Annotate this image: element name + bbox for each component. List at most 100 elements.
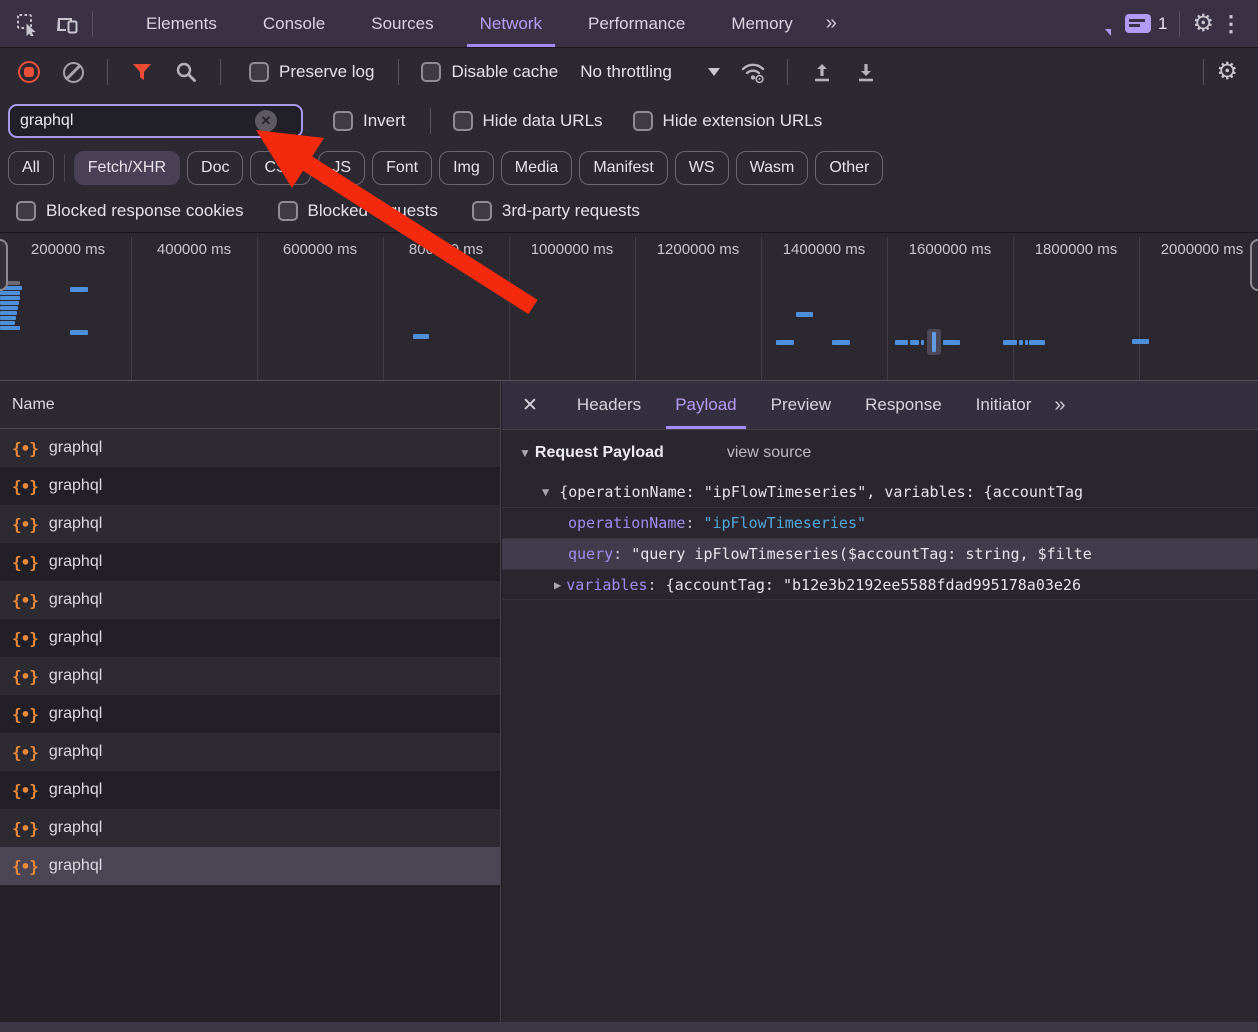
right-resize-handle[interactable]: [1250, 239, 1258, 291]
request-row[interactable]: {•}graphql: [0, 809, 500, 847]
timeline-overview[interactable]: 200000 ms 400000 ms 600000 ms 800000 ms …: [0, 232, 1258, 381]
payload-preview-text: {operationName: "ipFlowTimeseries", vari…: [559, 483, 1083, 501]
hide-data-urls-control: Hide data URLs: [453, 111, 603, 131]
tab-sources[interactable]: Sources: [348, 0, 456, 47]
payload-entry-row[interactable]: operationName: "ipFlowTimeseries": [502, 507, 1258, 538]
preserve-log-control: Preserve log: [249, 62, 374, 82]
clear-network-log-button[interactable]: [58, 57, 88, 87]
filter-chip-fetch-xhr[interactable]: Fetch/XHR: [74, 151, 180, 185]
hide-extension-urls-control: Hide extension URLs: [633, 111, 823, 131]
blocked-response-cookies-checkbox[interactable]: [16, 201, 36, 221]
waterfall-bars: [0, 233, 1258, 380]
filter-chip-wasm[interactable]: Wasm: [736, 151, 809, 185]
disable-cache-checkbox[interactable]: [421, 62, 441, 82]
filter-chip-manifest[interactable]: Manifest: [579, 151, 667, 185]
request-row[interactable]: {•}graphql: [0, 467, 500, 505]
message-count: 1: [1158, 14, 1167, 34]
request-row-selected[interactable]: {•}graphql: [0, 847, 500, 885]
network-filter-row: ✕ Invert Hide data URLs Hide extension U…: [0, 96, 1258, 146]
settings-gear-icon[interactable]: ⚙: [1192, 12, 1214, 36]
kebab-menu-icon[interactable]: ⋮: [1214, 11, 1258, 37]
waterfall-bar: [0, 301, 19, 305]
request-row[interactable]: {•} graphql: [0, 581, 500, 619]
view-source-link[interactable]: view source: [727, 444, 811, 462]
payload-value: "query ipFlowTimeseries($accountTag: str…: [631, 545, 1092, 563]
payload-preview-row[interactable]: ▼ {operationName: "ipFlowTimeseries", va…: [502, 476, 1258, 507]
hide-data-urls-checkbox[interactable]: [453, 111, 473, 131]
network-toolbar: Preserve log Disable cache No throttling: [0, 48, 1258, 96]
record-button[interactable]: [14, 57, 44, 87]
request-row[interactable]: {•}graphql: [0, 429, 500, 467]
inspect-element-icon[interactable]: [14, 11, 40, 37]
request-name: graphql: [49, 591, 102, 609]
request-row[interactable]: {•}graphql: [0, 543, 500, 581]
divider: [92, 11, 93, 37]
preserve-log-checkbox[interactable]: [249, 62, 269, 82]
throttling-value: No throttling: [580, 62, 672, 82]
filter-input[interactable]: [10, 112, 255, 130]
details-tab-response[interactable]: Response: [848, 381, 959, 429]
device-toolbar-icon[interactable]: [54, 11, 80, 37]
export-har-button[interactable]: [851, 57, 881, 87]
third-party-requests-control: 3rd-party requests: [472, 201, 640, 221]
clear-icon: [63, 62, 84, 83]
filter-chip-img[interactable]: Img: [439, 151, 494, 185]
json-icon: {•}: [12, 781, 38, 800]
waterfall-bar: [1003, 340, 1017, 345]
filter-chip-other[interactable]: Other: [815, 151, 883, 185]
more-panels-icon[interactable]: »: [816, 12, 845, 35]
details-tab-payload[interactable]: Payload: [658, 381, 753, 429]
import-har-button[interactable]: [807, 57, 837, 87]
payload-entry-row-selected[interactable]: query: "query ipFlowTimeseries($accountT…: [502, 538, 1258, 569]
network-settings-gear-icon[interactable]: ⚙: [1216, 60, 1238, 84]
request-row[interactable]: {•}graphql: [0, 505, 500, 543]
tab-console[interactable]: Console: [240, 0, 348, 47]
left-resize-handle[interactable]: [0, 239, 8, 291]
filter-chip-font[interactable]: Font: [372, 151, 432, 185]
request-row[interactable]: {•}graphql: [0, 619, 500, 657]
preserve-log-label: Preserve log: [279, 62, 374, 82]
request-row[interactable]: {•}graphql: [0, 657, 500, 695]
blocked-requests-control: Blocked requests: [278, 201, 438, 221]
request-row[interactable]: {•}graphql: [0, 771, 500, 809]
search-button[interactable]: [171, 57, 201, 87]
payload-key: variables: [566, 576, 647, 594]
close-details-icon[interactable]: ✕: [522, 394, 538, 417]
payload-entry-row[interactable]: ▶ variables: {accountTag: "b12e3b2192ee5…: [502, 569, 1258, 600]
blocked-response-cookies-label: Blocked response cookies: [46, 201, 244, 221]
request-row[interactable]: {•}graphql: [0, 695, 500, 733]
waterfall-bar: [1019, 340, 1023, 345]
details-tab-preview[interactable]: Preview: [754, 381, 848, 429]
tab-memory[interactable]: Memory: [708, 0, 815, 47]
tab-elements[interactable]: Elements: [123, 0, 240, 47]
request-payload-section-header[interactable]: ▼ Request Payload view source: [502, 430, 1258, 476]
waterfall-bar: [0, 316, 16, 320]
third-party-requests-checkbox[interactable]: [472, 201, 492, 221]
waterfall-bar: [0, 291, 20, 295]
request-row[interactable]: {•}graphql: [0, 733, 500, 771]
filter-chip-doc[interactable]: Doc: [187, 151, 243, 185]
details-tab-initiator[interactable]: Initiator: [959, 381, 1049, 429]
clear-filter-icon[interactable]: ✕: [255, 110, 277, 132]
filter-chip-all[interactable]: All: [8, 151, 54, 185]
filter-chip-css[interactable]: CSS: [250, 151, 311, 185]
filter-chip-js[interactable]: JS: [318, 151, 365, 185]
json-icon: {•}: [12, 591, 38, 610]
hide-extension-urls-checkbox[interactable]: [633, 111, 653, 131]
tab-network[interactable]: Network: [457, 0, 565, 47]
waterfall-bar: [932, 332, 936, 352]
tab-performance[interactable]: Performance: [565, 0, 708, 47]
filter-chip-ws[interactable]: WS: [675, 151, 729, 185]
filter-toggle-button[interactable]: [127, 57, 157, 87]
details-tab-headers[interactable]: Headers: [560, 381, 658, 429]
filter-chip-media[interactable]: Media: [501, 151, 573, 185]
invert-checkbox[interactable]: [333, 111, 353, 131]
network-conditions-button[interactable]: [738, 57, 768, 87]
more-details-tabs-icon[interactable]: »: [1054, 394, 1063, 417]
blocked-requests-checkbox[interactable]: [278, 201, 298, 221]
throttling-dropdown[interactable]: No throttling: [580, 62, 720, 82]
request-details-panel: ✕ Headers Payload Preview Response Initi…: [502, 381, 1258, 1022]
name-column-header[interactable]: Name: [0, 381, 500, 429]
divider: [430, 108, 431, 134]
feedback-button[interactable]: 1: [1125, 14, 1167, 34]
